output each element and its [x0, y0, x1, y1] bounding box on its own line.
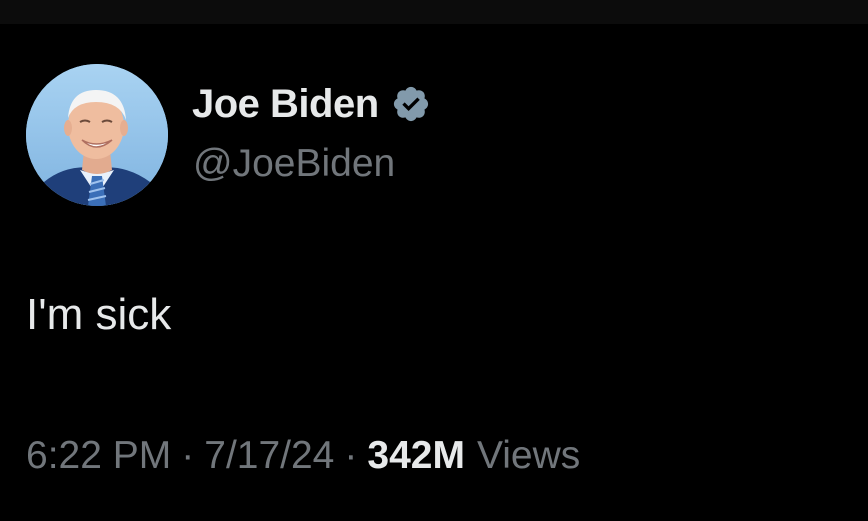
meta-separator: · [344, 434, 358, 477]
tweet-text: I'm sick [26, 290, 172, 339]
views-count[interactable]: 342M [367, 434, 465, 478]
top-strip [0, 0, 868, 24]
meta-separator: · [181, 434, 195, 477]
avatar[interactable] [26, 64, 168, 206]
author-display-name[interactable]: Joe Biden [192, 82, 379, 127]
avatar-photo [26, 64, 168, 206]
author-name-row: Joe Biden [192, 78, 431, 130]
tweet: Joe Biden @JoeBiden I'm sick 6:22 PM · 7… [0, 24, 868, 521]
tweet-time[interactable]: 6:22 PM [26, 434, 171, 478]
tweet-date[interactable]: 7/17/24 [204, 434, 334, 478]
author-handle[interactable]: @JoeBiden [193, 142, 395, 186]
views-label[interactable]: Views [477, 434, 580, 478]
tweet-meta: 6:22 PM · 7/17/24 · 342M Views [26, 434, 580, 478]
verified-badge-icon[interactable] [391, 84, 431, 124]
